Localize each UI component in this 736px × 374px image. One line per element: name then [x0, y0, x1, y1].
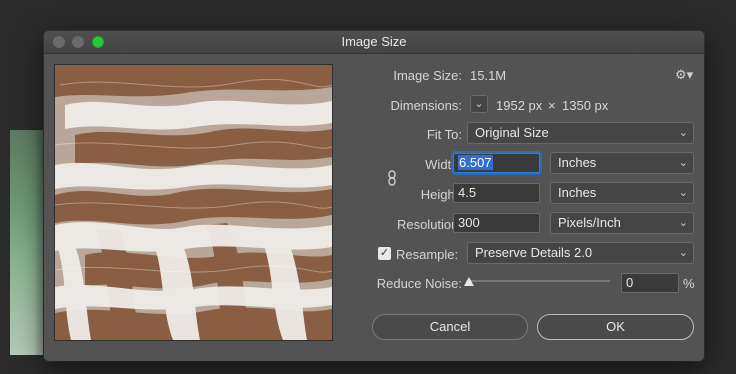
height-input[interactable]: 4.5 — [453, 183, 540, 203]
reduce-noise-label: Reduce Noise: — [376, 276, 462, 291]
width-label: Width: — [425, 157, 462, 172]
reduce-noise-percent: % — [683, 276, 695, 291]
height-unit-value: Inches — [558, 185, 597, 200]
chevron-down-icon: ⌄ — [474, 98, 484, 110]
resolution-unit-value: Pixels/Inch — [558, 215, 621, 230]
dimensions-label: Dimensions: — [390, 98, 462, 113]
feather-preview-image — [55, 65, 332, 340]
resolution-label: Resolution: — [396, 217, 462, 232]
ok-button[interactable]: OK — [537, 314, 694, 340]
chevron-down-icon: ⌄ — [678, 247, 688, 259]
cancel-button[interactable]: Cancel — [372, 314, 528, 340]
dimensions-units-dropdown[interactable]: ⌄ — [470, 95, 488, 113]
resample-checkbox[interactable]: ✓ — [378, 247, 391, 260]
chevron-down-icon: ⌄ — [678, 157, 688, 169]
gear-icon[interactable]: ⚙▾ — [675, 67, 693, 83]
resolution-unit-dropdown[interactable]: Pixels/Inch ⌄ — [550, 212, 694, 234]
height-label: Height: — [420, 187, 462, 202]
fit-to-value: Original Size — [475, 125, 549, 140]
window-title: Image Size — [341, 34, 407, 49]
image-size-dialog: Image Size Image Size: 15.1M ⚙▾ Dimensio… — [44, 31, 704, 361]
fit-to-label: Fit To: — [426, 127, 462, 142]
height-unit-dropdown[interactable]: Inches ⌄ — [550, 182, 694, 204]
chevron-down-icon: ⌄ — [678, 187, 688, 199]
reduce-noise-slider-track[interactable] — [466, 280, 610, 282]
dimensions-times-sign: × — [548, 98, 556, 113]
width-unit-value: Inches — [558, 155, 597, 170]
image-preview[interactable] — [54, 64, 333, 341]
reduce-noise-input[interactable]: 0 — [621, 273, 679, 293]
image-size-value: 15.1M — [470, 68, 507, 83]
reduce-noise-slider-thumb[interactable] — [464, 277, 474, 286]
resample-method-value: Preserve Details 2.0 — [475, 245, 593, 260]
width-unit-dropdown[interactable]: Inches ⌄ — [550, 152, 694, 174]
resolution-input[interactable]: 300 — [453, 213, 540, 233]
title-bar[interactable]: Image Size — [44, 31, 704, 54]
fit-to-dropdown[interactable]: Original Size ⌄ — [467, 122, 694, 144]
width-input-value: 6.507 — [458, 155, 493, 170]
resample-method-dropdown[interactable]: Preserve Details 2.0 ⌄ — [467, 242, 694, 264]
dimensions-width-value: 1952 px — [496, 98, 543, 113]
resample-label: Resample: — [396, 247, 459, 262]
width-input[interactable]: 6.507 — [453, 153, 540, 173]
chevron-down-icon: ⌄ — [678, 217, 688, 229]
image-size-label: Image Size: — [393, 68, 462, 83]
dimensions-height-value: 1350 px — [562, 98, 609, 113]
chevron-down-icon: ⌄ — [678, 127, 688, 139]
